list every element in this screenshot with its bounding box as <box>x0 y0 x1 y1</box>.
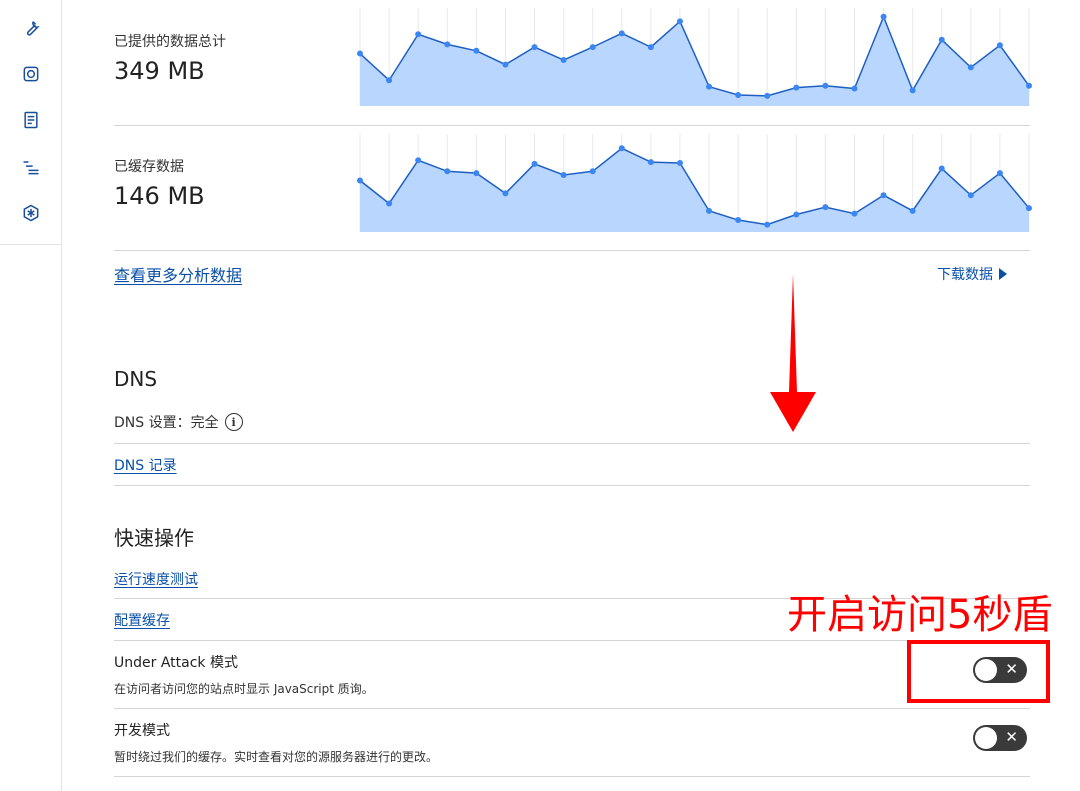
sparkline-point <box>618 145 625 152</box>
sparkline-point <box>1026 205 1032 212</box>
sparkline-point <box>706 83 713 90</box>
stat-value-total-served: 349 MB <box>114 57 205 85</box>
sparkline-point <box>938 36 945 43</box>
sparkline-point <box>502 61 509 68</box>
sparkline-point <box>415 157 422 164</box>
sparkline-point <box>357 50 363 57</box>
camera-icon[interactable] <box>20 63 42 85</box>
wrench-icon[interactable] <box>20 17 42 39</box>
divider <box>114 708 1030 709</box>
sparkline-point <box>676 160 683 166</box>
sparkline-point <box>415 31 422 38</box>
download-data-button[interactable]: 下载数据 <box>937 264 1007 284</box>
annotation-text: 开启访问5秒盾 <box>787 592 1053 638</box>
sparkline-point <box>996 42 1003 49</box>
under-attack-description: 在访问者访问您的站点时显示 JavaScript 质询。 <box>114 682 374 696</box>
sparkline-area <box>360 148 1029 232</box>
sparkline-point <box>647 159 654 166</box>
sparkline-total-served <box>357 8 1032 106</box>
sparkline-point <box>386 77 393 84</box>
divider <box>114 640 1030 641</box>
configure-cache-link[interactable]: 配置缓存 <box>114 610 170 630</box>
under-attack-title: Under Attack 模式 <box>114 655 238 671</box>
divider <box>114 125 1030 126</box>
sparkline-point <box>909 207 916 214</box>
sparkline-cached <box>357 134 1032 232</box>
more-analytics-link[interactable]: 查看更多分析数据 <box>114 262 242 286</box>
divider <box>114 250 1030 251</box>
sparkline-point <box>560 57 567 63</box>
sparkline-point <box>444 41 451 48</box>
divider <box>114 485 1030 486</box>
sparkline-point <box>851 210 858 217</box>
sparkline-point <box>444 168 451 175</box>
dns-setting-text: DNS 设置：完全 <box>114 415 219 431</box>
sparkline-point <box>822 82 829 89</box>
sparkline-point <box>851 85 858 92</box>
sparkline-point <box>589 44 596 51</box>
dev-mode-description: 暂时绕过我们的缓存。实时查看对您的源服务器进行的更改。 <box>114 750 439 764</box>
sparkline-point <box>676 18 683 25</box>
sparkline-point <box>793 211 800 218</box>
speed-test-link[interactable]: 运行速度测试 <box>114 569 198 589</box>
sparkline-point <box>1026 82 1032 89</box>
info-icon[interactable]: i <box>224 413 243 431</box>
sparkline-point <box>735 91 742 98</box>
sparkline-point <box>764 92 771 99</box>
sidebar-divider <box>0 244 62 245</box>
annotation-arrow-icon <box>770 274 816 432</box>
sparkline-point <box>560 171 567 178</box>
sparkline-point <box>706 207 713 214</box>
sparkline-point <box>589 168 596 175</box>
stat-label-cached: 已缓存数据 <box>114 159 184 175</box>
stat-value-cached: 146 MB <box>114 182 205 210</box>
sparkline-point <box>909 87 916 94</box>
sparkline-point <box>531 160 538 167</box>
list-icon[interactable] <box>20 156 42 178</box>
caret-right-icon <box>999 268 1007 280</box>
dev-mode-toggle[interactable]: ✕ <box>973 725 1027 751</box>
quick-actions-title: 快速操作 <box>114 526 194 550</box>
download-data-label: 下载数据 <box>937 267 993 283</box>
sparkline-point <box>822 204 829 211</box>
sparkline-point <box>473 170 480 177</box>
sparkline-point <box>967 192 974 199</box>
document-icon[interactable] <box>20 109 42 131</box>
sidebar <box>0 0 62 791</box>
sparkline-point <box>735 217 742 224</box>
divider <box>114 443 1030 444</box>
sparkline-point <box>618 30 625 37</box>
toggle-knob <box>975 727 997 749</box>
divider <box>114 776 1030 777</box>
sparkline-point <box>880 13 887 20</box>
dev-mode-title: 开发模式 <box>114 723 170 739</box>
sparkline-point <box>764 221 771 228</box>
sparkline-point <box>647 44 654 51</box>
sparkline-point <box>793 84 800 91</box>
sparkline-point <box>386 200 393 207</box>
sparkline-point <box>880 192 887 199</box>
stat-label-total-served: 已提供的数据总计 <box>114 34 226 50</box>
annotation-highlight-box <box>907 640 1050 703</box>
sparkline-point <box>502 190 509 197</box>
dns-setting: DNS 设置：完全 i <box>114 412 243 432</box>
sparkline-point <box>357 177 363 184</box>
dns-records-link[interactable]: DNS 记录 <box>114 455 177 475</box>
sparkline-point <box>531 44 538 51</box>
close-icon: ✕ <box>1005 728 1018 746</box>
sparkline-point <box>967 64 974 71</box>
sparkline-point <box>938 165 945 172</box>
network-icon[interactable] <box>20 202 42 224</box>
sparkline-point <box>996 170 1003 177</box>
dns-section-title: DNS <box>114 367 158 391</box>
sparkline-point <box>473 47 480 54</box>
